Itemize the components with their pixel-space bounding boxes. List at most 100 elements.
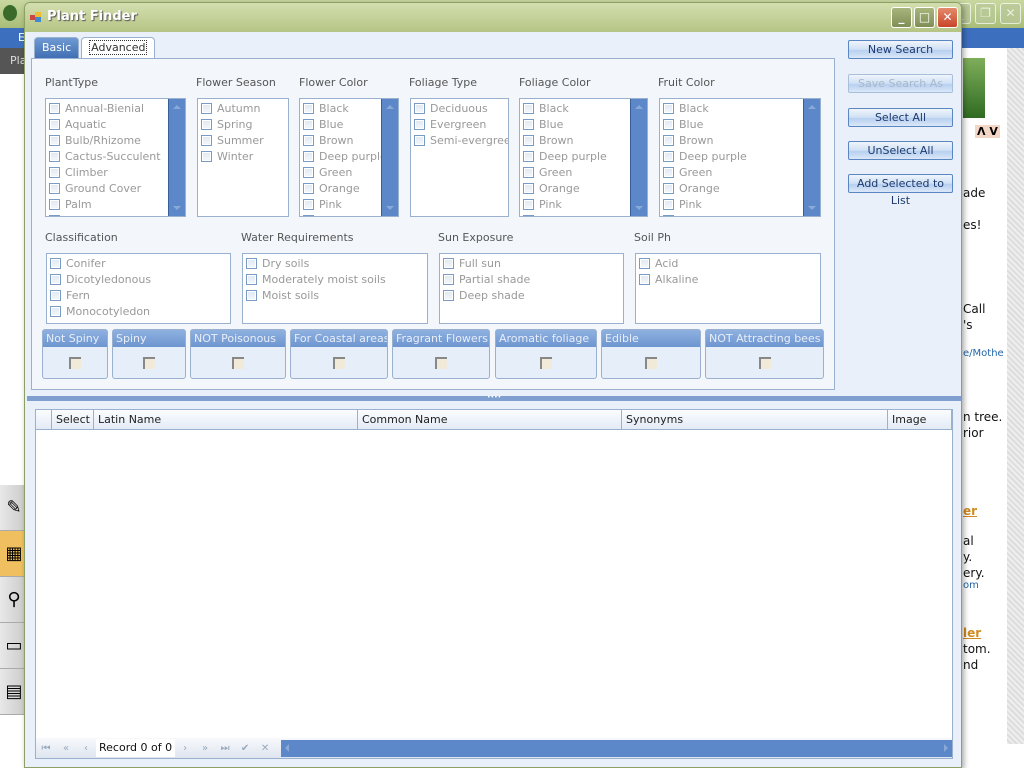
list-item[interactable]: Green (523, 164, 644, 180)
list-item[interactable]: Deciduous (414, 100, 505, 116)
checkbox[interactable] (663, 134, 674, 146)
list-item[interactable]: Deep shade (443, 287, 620, 303)
next-page-icon[interactable]: » (195, 743, 215, 754)
soil-ph-list[interactable]: Acid Alkaline (635, 253, 821, 324)
list-item[interactable]: Bulb/Rhizome (49, 132, 182, 148)
unselect-all-button[interactable]: UnSelect All (848, 141, 953, 160)
previous-page-icon[interactable]: « (56, 743, 76, 754)
list-item[interactable]: Orange (663, 180, 817, 196)
checkbox[interactable] (639, 273, 650, 285)
checkbox[interactable] (49, 102, 60, 114)
checkbox[interactable] (303, 198, 314, 210)
background-scrollbar[interactable] (1007, 48, 1024, 744)
list-item[interactable]: Acid (639, 255, 817, 271)
coastal-areas-checkbox[interactable] (333, 357, 345, 369)
checkbox[interactable] (303, 102, 314, 114)
checkbox[interactable] (49, 166, 60, 178)
foliage-color-scrollbar[interactable] (630, 99, 647, 216)
list-item[interactable]: Dicotyledonous (50, 271, 227, 287)
checkbox[interactable] (303, 150, 314, 162)
grid-horizontal-scrollbar[interactable] (281, 739, 952, 757)
column-synonyms[interactable]: Synonyms (622, 410, 888, 429)
list-item[interactable]: Pink (663, 196, 817, 212)
list-item[interactable]: Black (663, 100, 817, 116)
checkbox[interactable] (523, 102, 534, 114)
list-item[interactable]: Summer (201, 132, 285, 148)
list-item[interactable]: Brown (663, 132, 817, 148)
checkbox[interactable] (303, 118, 314, 130)
add-selected-to-list-button[interactable]: Add Selected to List (848, 174, 953, 207)
list-item[interactable]: Alkaline (639, 271, 817, 287)
checkbox[interactable] (663, 150, 674, 162)
list-item[interactable]: Climber (49, 164, 182, 180)
background-link[interactable]: e/Mothe (963, 348, 1004, 359)
list-item[interactable]: Moist soils (246, 287, 424, 303)
new-search-button[interactable]: New Search (848, 40, 953, 59)
fruit-color-scrollbar[interactable] (803, 99, 820, 216)
checkbox[interactable] (414, 118, 425, 130)
checkbox[interactable] (663, 166, 674, 178)
checkbox[interactable] (49, 134, 60, 146)
panel-splitter[interactable]: •••• (27, 395, 961, 401)
edible-checkbox[interactable] (645, 357, 657, 369)
checkbox[interactable] (663, 102, 674, 114)
list-item[interactable]: Winter (201, 148, 285, 164)
checkbox[interactable] (50, 273, 61, 285)
background-sort-arrows[interactable]: Λ V (975, 125, 1000, 138)
water-requirements-list[interactable]: Dry soils Moderately moist soils Moist soi… (242, 253, 428, 324)
list-item[interactable]: Conifer (50, 255, 227, 271)
apply-edit-icon[interactable]: ✔ (235, 743, 255, 754)
background-close-button[interactable]: ✕ (1000, 3, 1021, 24)
list-item[interactable]: Dry soils (246, 255, 424, 271)
checkbox[interactable] (414, 102, 425, 114)
list-item[interactable]: Cactus-Succulent (49, 148, 182, 164)
scroll-up-icon[interactable] (386, 105, 394, 109)
tab-advanced[interactable]: Advanced (81, 37, 156, 59)
scroll-up-icon[interactable] (808, 105, 816, 109)
list-item[interactable]: Aquatic (49, 116, 182, 132)
list-item[interactable]: Monocotyledon (50, 303, 227, 319)
checkbox[interactable] (303, 182, 314, 194)
background-heading-link[interactable]: er (963, 504, 977, 518)
spiny-checkbox[interactable] (143, 357, 155, 369)
previous-record-icon[interactable]: ‹ (76, 743, 96, 754)
list-item[interactable]: Blue (523, 116, 644, 132)
select-all-button[interactable]: Select All (848, 108, 953, 127)
list-item[interactable]: Pink (523, 196, 644, 212)
checkbox[interactable] (443, 273, 454, 285)
plant-type-scrollbar[interactable] (168, 99, 185, 216)
list-item[interactable]: Blue (663, 116, 817, 132)
list-item[interactable]: Deep purple (523, 148, 644, 164)
list-item[interactable]: Evergreen (414, 116, 505, 132)
checkbox[interactable] (663, 214, 674, 216)
checkbox[interactable] (50, 257, 61, 269)
flower-color-list[interactable]: Black Blue Brown Deep purple Green Orange Pink… (299, 98, 399, 217)
last-record-icon[interactable]: ⏭ (215, 743, 235, 754)
window-titlebar[interactable]: Plant Finder _ □ ✕ (25, 3, 961, 32)
fruit-color-list[interactable]: Black Blue Brown Deep purple Green Orange Pink… (659, 98, 821, 217)
checkbox[interactable] (523, 182, 534, 194)
first-record-icon[interactable]: ⏮ (36, 743, 56, 754)
checkbox[interactable] (663, 118, 674, 130)
checkbox[interactable] (443, 257, 454, 269)
checkbox[interactable] (523, 134, 534, 146)
checkbox[interactable] (523, 214, 534, 216)
plant-type-list[interactable]: Annual-Bienial Aquatic Bulb/Rhizome Cactus-… (45, 98, 186, 217)
aromatic-foliage-checkbox[interactable] (540, 357, 552, 369)
scroll-down-icon[interactable] (635, 206, 643, 210)
not-attracting-bees-checkbox[interactable] (758, 357, 771, 369)
foliage-type-list[interactable]: Deciduous Evergreen Semi-evergreen (410, 98, 509, 217)
list-item[interactable]: Annual-Bienial (49, 100, 182, 116)
minimize-button[interactable]: _ (891, 7, 912, 28)
next-record-icon[interactable]: › (175, 743, 195, 754)
checkbox[interactable] (49, 150, 60, 162)
checkbox[interactable] (523, 118, 534, 130)
list-item[interactable]: Purple (663, 212, 817, 216)
list-item[interactable]: Autumn (201, 100, 285, 116)
background-link[interactable]: om (963, 580, 979, 591)
checkbox[interactable] (201, 134, 212, 146)
checkbox[interactable] (663, 182, 674, 194)
checkbox[interactable] (303, 134, 314, 146)
list-item[interactable]: Brown (523, 132, 644, 148)
checkbox[interactable] (523, 198, 534, 210)
